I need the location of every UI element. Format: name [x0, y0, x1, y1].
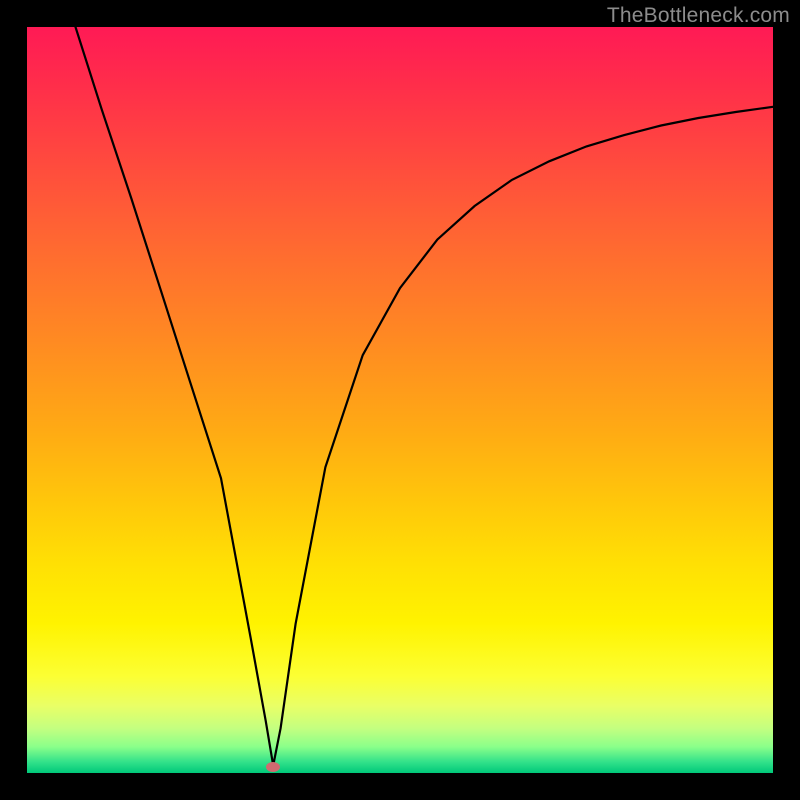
bottleneck-curve — [27, 27, 773, 773]
plot-area — [27, 27, 773, 773]
watermark-text: TheBottleneck.com — [607, 4, 790, 28]
minimum-marker-dot — [266, 762, 280, 772]
